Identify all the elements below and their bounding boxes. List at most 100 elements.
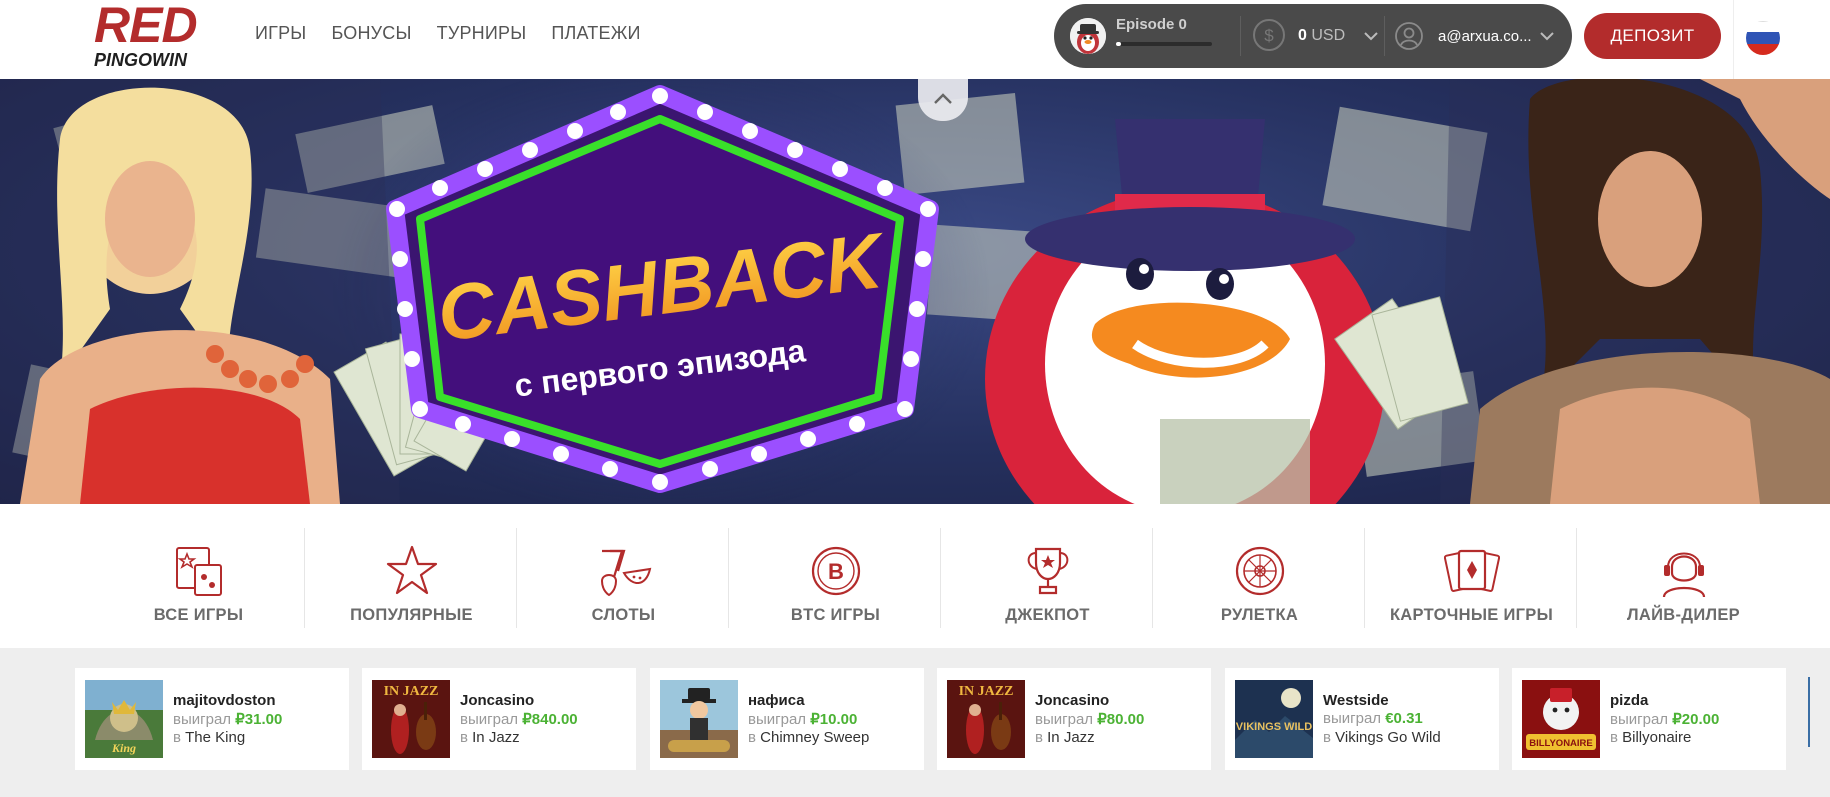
category-label: КАРТОЧНЫЕ ИГРЫ <box>1389 606 1554 624</box>
winner-game-line: в The King <box>173 729 246 746</box>
winner-game-line: в Billyonaire <box>1610 729 1692 746</box>
game-name: In Jazz <box>472 729 520 746</box>
winner-card[interactable]: IN JAZZ Joncasino выиграл ₽80.00 в In Ja… <box>937 668 1211 770</box>
win-amount: ₽31.00 <box>235 711 283 728</box>
balance-amount: 0 <box>1298 27 1307 44</box>
chevron-down-icon[interactable] <box>1540 32 1554 41</box>
category-slots[interactable]: СЛОТЫ <box>517 528 730 636</box>
svg-text:IN JAZZ: IN JAZZ <box>959 684 1014 699</box>
category-label: РУЛЕТКА <box>1220 606 1299 624</box>
bitcoin-icon: B <box>811 546 860 596</box>
category-label: ВСЕ ИГРЫ <box>153 606 244 624</box>
winner-game-line: в In Jazz <box>1035 729 1095 746</box>
category-label: BTC ИГРЫ <box>790 606 881 624</box>
account-email[interactable]: a@arxua.co... <box>1438 28 1532 45</box>
game-thumbnail-in-jazz: IN JAZZ <box>372 680 450 758</box>
episode-label: Episode 0 <box>1116 16 1187 33</box>
win-amount: ₽840.00 <box>522 711 578 728</box>
deposit-button[interactable]: ДЕПОЗИТ <box>1584 13 1721 59</box>
win-amount: ₽20.00 <box>1672 711 1720 728</box>
winner-game-line: в In Jazz <box>460 729 520 746</box>
episode-progress-bar <box>1116 42 1212 46</box>
balance-display[interactable]: 0 USD <box>1298 27 1345 45</box>
winner-name: pizda <box>1610 692 1649 709</box>
logo-pingowin-text: PINGOWIN <box>94 50 187 70</box>
nav-tournaments[interactable]: ТУРНИРЫ <box>437 22 527 44</box>
roulette-icon <box>1235 546 1284 596</box>
svg-text:VIKINGS WILD: VIKINGS WILD <box>1236 721 1312 733</box>
header-divider <box>1733 0 1734 79</box>
cards-icon <box>1443 549 1500 592</box>
trophy-icon <box>1027 547 1068 595</box>
chevron-down-icon[interactable] <box>1364 32 1378 41</box>
category-popular[interactable]: ПОПУЛЯРНЫЕ <box>305 528 518 636</box>
top-header: RED PINGOWIN ИГРЫ БОНУСЫ ТУРНИРЫ ПЛАТЕЖИ… <box>0 0 1830 79</box>
winner-amount-line: выиграл ₽80.00 <box>1035 711 1145 728</box>
category-roulette[interactable]: РУЛЕТКА <box>1153 528 1366 636</box>
category-btc-games[interactable]: B BTC ИГРЫ <box>729 528 942 636</box>
penguin-mascot <box>985 119 1385 504</box>
promo-banner[interactable]: CASHBACK с первого эпизода <box>0 79 1830 504</box>
winner-amount-line: выиграл ₽840.00 <box>460 711 578 728</box>
episode-progress-fill <box>1116 42 1121 46</box>
game-name: Vikings Go Wild <box>1335 729 1441 746</box>
winner-card[interactable]: BILLYONAIRE pizda выиграл ₽20.00 в Billy… <box>1512 668 1786 770</box>
winner-name: Joncasino <box>460 692 535 709</box>
live-dealer-icon <box>1662 552 1705 598</box>
chevron-up-icon <box>934 93 952 104</box>
panel-divider <box>1384 16 1385 56</box>
winner-card[interactable]: VIKINGS WILD Westside выиграл €0.31 в Vi… <box>1225 668 1499 770</box>
winner-card[interactable]: King majitovdoston выиграл ₽31.00 в The … <box>75 668 349 770</box>
category-card-games[interactable]: КАРТОЧНЫЕ ИГРЫ <box>1365 528 1578 636</box>
winner-card[interactable]: нафиса выиграл ₽10.00 в Chimney Sweep <box>650 668 924 770</box>
category-jackpot[interactable]: ДЖЕКПОТ <box>941 528 1154 636</box>
svg-text:$: $ <box>1264 26 1274 45</box>
nav-bonuses[interactable]: БОНУСЫ <box>331 22 411 44</box>
banner-artwork: CASHBACK с первого эпизода <box>0 79 1830 504</box>
svg-text:King: King <box>111 741 136 755</box>
winner-amount-line: выиграл ₽10.00 <box>748 711 858 728</box>
win-amount: ₽80.00 <box>1097 711 1145 728</box>
panel-divider <box>1240 16 1241 56</box>
game-name: Chimney Sweep <box>760 729 870 746</box>
svg-text:BILLYONAIRE: BILLYONAIRE <box>1529 738 1593 749</box>
game-thumbnail-vikings-go-wild: VIKINGS WILD <box>1235 680 1313 758</box>
category-all-games[interactable]: ВСЕ ИГРЫ <box>92 528 305 636</box>
game-categories: ВСЕ ИГРЫ ПОПУЛЯРНЫЕ СЛОТЫ B BTC ИГРЫ ДЖЕ… <box>0 504 1830 648</box>
next-card-edge <box>1808 677 1810 747</box>
balance-currency: USD <box>1311 27 1346 44</box>
category-label: СЛОТЫ <box>591 606 656 624</box>
winner-amount-line: выиграл ₽20.00 <box>1610 711 1720 728</box>
main-nav: ИГРЫ БОНУСЫ ТУРНИРЫ ПЛАТЕЖИ <box>255 22 641 44</box>
site-logo[interactable]: RED PINGOWIN <box>92 0 216 72</box>
game-name: Billyonaire <box>1622 729 1692 746</box>
winner-name: нафиса <box>748 692 805 709</box>
game-thumbnail-billyonaire: BILLYONAIRE <box>1522 680 1600 758</box>
win-amount: €0.31 <box>1385 710 1423 727</box>
russian-flag-icon[interactable] <box>1746 21 1780 55</box>
game-thumbnail-in-jazz: IN JAZZ <box>947 680 1025 758</box>
player-panel: Episode 0 $ 0 USD a@arxua.co... <box>1054 4 1572 68</box>
user-icon <box>1395 22 1423 50</box>
game-thumbnail-the-king: King <box>85 680 163 758</box>
slots-icon <box>600 549 651 597</box>
win-amount: ₽10.00 <box>810 711 858 728</box>
winner-amount-line: выиграл ₽31.00 <box>173 711 283 728</box>
nav-payments[interactable]: ПЛАТЕЖИ <box>551 22 640 44</box>
penguin-avatar-icon[interactable] <box>1070 18 1106 54</box>
all-games-icon <box>175 547 222 596</box>
game-name: In Jazz <box>1047 729 1095 746</box>
left-model-image <box>0 79 400 504</box>
winner-name: Westside <box>1323 692 1389 709</box>
category-label: ДЖЕКПОТ <box>1005 606 1090 624</box>
winner-game-line: в Chimney Sweep <box>748 729 870 746</box>
nav-games[interactable]: ИГРЫ <box>255 22 306 44</box>
winner-name: majitovdoston <box>173 692 276 709</box>
category-live-dealer[interactable]: ЛАЙВ-ДИЛЕР <box>1577 528 1790 636</box>
recent-winners-strip: King majitovdoston выиграл ₽31.00 в The … <box>0 648 1830 797</box>
winner-game-line: в Vikings Go Wild <box>1323 729 1441 746</box>
logo-red-text: RED <box>94 0 198 53</box>
banner-collapse-toggle[interactable] <box>918 79 968 121</box>
winner-amount-line: выиграл €0.31 <box>1323 710 1423 727</box>
winner-card[interactable]: IN JAZZ Joncasino выиграл ₽840.00 в In J… <box>362 668 636 770</box>
